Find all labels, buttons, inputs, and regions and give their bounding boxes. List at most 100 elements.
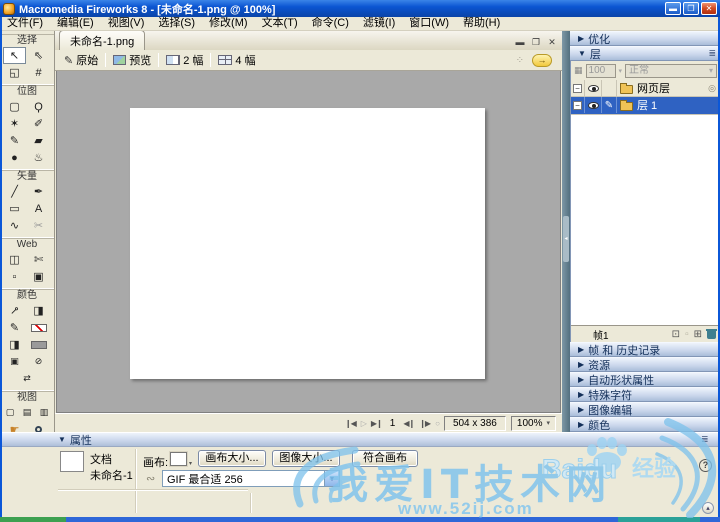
pointer-tool[interactable]: ↖: [3, 47, 26, 64]
new-mask-icon[interactable]: ▫: [685, 329, 689, 340]
rectangle-tool[interactable]: ▭: [3, 200, 26, 217]
menu-item-edit[interactable]: 编辑(E): [50, 17, 101, 30]
fill-color-well[interactable]: [27, 336, 50, 353]
export-format-select[interactable]: GIF 最合适 256 ▾: [162, 470, 340, 487]
blur-tool[interactable]: ●: [3, 149, 26, 166]
magic-wand-tool[interactable]: ✶: [3, 115, 26, 132]
menu-item-view[interactable]: 视图(V): [101, 17, 152, 30]
menu-item-filters[interactable]: 滤镜(I): [356, 17, 402, 30]
subselection-tool[interactable]: ⇖: [27, 47, 50, 64]
original-view-button[interactable]: ✎ 原始: [61, 51, 101, 69]
opacity-stepper-icon[interactable]: ▾: [619, 67, 623, 75]
show-slices-button[interactable]: ▣: [27, 268, 50, 285]
delete-layer-trash-icon[interactable]: [706, 329, 717, 339]
properties-panel-header[interactable]: ▼ 属性: [0, 433, 720, 447]
menu-item-text[interactable]: 文本(T): [255, 17, 305, 30]
canvas-size-button[interactable]: 画布大小...: [198, 450, 266, 467]
preview-view-button[interactable]: 预览: [110, 51, 154, 69]
two-up-view-button[interactable]: 2 幅: [163, 51, 206, 69]
quick-export-button[interactable]: →: [532, 53, 552, 67]
special-characters-panel-header[interactable]: ▶ 特殊字符: [570, 387, 720, 402]
expand-box-icon[interactable]: −: [573, 100, 582, 110]
crop-tool[interactable]: #: [27, 64, 50, 81]
lasso-tool[interactable]: Ϙ: [27, 98, 50, 115]
knife-tool[interactable]: ✂: [27, 217, 50, 234]
doc-minimize-button[interactable]: ▬: [514, 37, 526, 47]
optimize-panel-header[interactable]: ▶ 优化: [570, 31, 720, 46]
restore-button[interactable]: ❐: [683, 2, 699, 15]
fullscreen-button[interactable]: ▥: [36, 404, 52, 421]
rubber-stamp-tool[interactable]: ♨: [27, 149, 50, 166]
last-frame-button[interactable]: ▶❙: [371, 419, 383, 428]
play-button[interactable]: ▷: [361, 419, 367, 428]
expand-box-icon[interactable]: −: [573, 83, 582, 93]
visibility-eye-icon[interactable]: [587, 101, 599, 109]
blend-mode-select[interactable]: 正常 ▾: [625, 63, 717, 78]
brush-tool[interactable]: ✐: [27, 115, 50, 132]
text-tool[interactable]: A: [27, 200, 50, 217]
first-frame-button[interactable]: ❙◀: [345, 419, 357, 428]
scale-tool[interactable]: ◱: [3, 64, 26, 81]
hotspot-tool[interactable]: ◫: [3, 251, 26, 268]
pencil-tool[interactable]: ✎: [3, 132, 26, 149]
layer1-row[interactable]: − ✎ 层 1: [571, 97, 720, 114]
web-layer-row[interactable]: − 网页层 ◎: [571, 80, 720, 97]
opacity-input[interactable]: 100: [585, 63, 616, 78]
document-workspace[interactable]: [56, 71, 561, 413]
visibility-eye-icon[interactable]: [587, 84, 599, 92]
close-button[interactable]: ✕: [701, 2, 717, 15]
four-up-view-button[interactable]: 4 幅: [215, 51, 258, 69]
no-color-button[interactable]: ⊘: [27, 353, 50, 370]
title-bar[interactable]: Macromedia Fireworks 8 - [未命名-1.png @ 10…: [0, 0, 720, 17]
frames-history-panel-header[interactable]: ▶ 帧 和 历史记录: [570, 342, 720, 357]
swap-colors-button[interactable]: ⇄: [16, 370, 39, 387]
stroke-color-well[interactable]: [27, 319, 50, 336]
menu-item-commands[interactable]: 命令(C): [305, 17, 356, 30]
fullscreen-with-menus-button[interactable]: ▤: [19, 404, 35, 421]
menu-item-select[interactable]: 选择(S): [151, 17, 202, 30]
zoom-level-select[interactable]: 100% ▾: [510, 415, 556, 431]
paint-bucket-tool[interactable]: ◨: [27, 302, 50, 319]
standard-screen-button[interactable]: ▢: [2, 404, 18, 421]
minimize-button[interactable]: ▬: [665, 2, 681, 15]
menu-item-modify[interactable]: 修改(M): [202, 17, 255, 30]
menu-item-help[interactable]: 帮助(H): [456, 17, 507, 30]
eyedropper-tool[interactable]: ⊸: [3, 302, 26, 319]
image-editing-panel-header[interactable]: ▶ 图像编辑: [570, 402, 720, 417]
hide-slices-button[interactable]: ▫: [3, 268, 26, 285]
document-type-label: 文档: [90, 454, 112, 466]
document-tab[interactable]: 未命名-1.png: [59, 30, 146, 50]
eraser-tool[interactable]: ▰: [27, 132, 50, 149]
fit-canvas-button[interactable]: 符合画布: [352, 450, 418, 467]
freeform-tool[interactable]: ∿: [3, 217, 26, 234]
next-frame-button[interactable]: ❙▶: [419, 419, 431, 428]
panel-collapse-icon[interactable]: ▴: [702, 502, 714, 514]
page-preview-icon[interactable]: ⁘: [516, 55, 524, 66]
distribute-to-frames-icon[interactable]: ⊡: [672, 329, 680, 340]
doc-restore-button[interactable]: ❐: [530, 37, 542, 47]
dock-collapse-handle[interactable]: ◂: [563, 216, 569, 262]
canvas-color-swatch[interactable]: [170, 452, 187, 466]
auto-shape-properties-panel-header[interactable]: ▶ 自动形状属性: [570, 372, 720, 387]
layers-empty-area: [571, 114, 720, 325]
slice-tool[interactable]: ✄: [27, 251, 50, 268]
assets-panel-header[interactable]: ▶ 资源: [570, 357, 720, 372]
line-tool[interactable]: ╱: [3, 183, 26, 200]
layers-panel-header[interactable]: ▼ 层 ≣: [570, 46, 720, 61]
default-colors-button[interactable]: ▣: [3, 353, 26, 370]
canvas[interactable]: [130, 108, 485, 379]
new-layer-icon[interactable]: ⊞: [694, 329, 702, 340]
marquee-tool[interactable]: ▢: [3, 98, 26, 115]
colors-panel-header[interactable]: ▶ 颜色: [570, 417, 720, 432]
dock-splitter[interactable]: ◂: [562, 31, 570, 432]
previous-frame-button[interactable]: ◀❙: [403, 419, 415, 428]
pen-tool[interactable]: ✒: [27, 183, 50, 200]
help-icon[interactable]: ?: [699, 459, 712, 472]
image-size-button[interactable]: 图像大小...: [272, 450, 340, 467]
doc-close-button[interactable]: ✕: [546, 37, 558, 47]
menu-item-file[interactable]: 文件(F): [0, 17, 50, 30]
menu-item-window[interactable]: 窗口(W): [402, 17, 456, 30]
loop-button[interactable]: ○: [435, 419, 440, 428]
layers-panel-menu-icon[interactable]: ≣: [708, 48, 716, 59]
properties-panel-menu-icon[interactable]: ≣: [701, 434, 709, 445]
